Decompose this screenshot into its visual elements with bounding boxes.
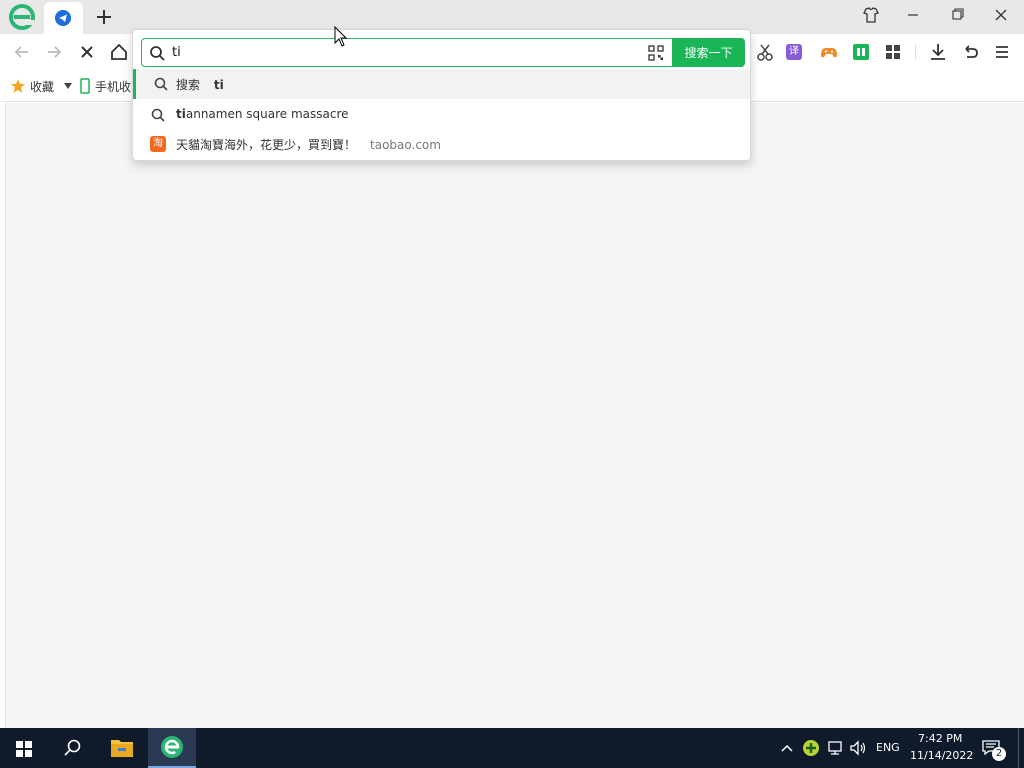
phone-icon — [80, 78, 90, 94]
shirt-icon[interactable] — [858, 4, 884, 26]
star-icon — [11, 79, 25, 93]
clock-date[interactable]: 11/14/2022 — [910, 749, 973, 762]
mobile-favorites-button[interactable]: 手机收 — [79, 77, 131, 95]
qr-code-icon[interactable] — [648, 45, 664, 61]
close-icon[interactable] — [988, 4, 1014, 26]
suggestion-item[interactable]: tiannamen square massacre — [133, 100, 750, 130]
suggestion-text: 搜索 ti — [176, 76, 224, 93]
suggestion-search-query[interactable]: 搜索 ti — [133, 69, 750, 99]
search-submit-button[interactable]: 搜索一下 — [672, 38, 745, 67]
suggestion-prefix: 搜索 — [176, 78, 201, 92]
suggestion-title: 天貓淘寶海外，花更少，買到寶！ — [176, 138, 357, 152]
download-icon[interactable] — [926, 40, 950, 64]
mobile-favorites-label: 手机收 — [95, 79, 132, 94]
favorites-label: 收藏 — [30, 79, 55, 94]
taobao-icon: 淘 — [150, 136, 166, 152]
minimize-icon[interactable] — [900, 4, 926, 26]
taskbar-browser-button[interactable] — [148, 728, 196, 768]
scissors-icon[interactable] — [753, 40, 777, 64]
suggestion-text: tiannamen square massacre — [176, 107, 349, 121]
clock-time[interactable]: 7:42 PM — [918, 732, 962, 745]
suggestion-term: ti — [213, 78, 224, 92]
show-desktop-button[interactable] — [1018, 728, 1019, 768]
network-icon[interactable] — [826, 739, 844, 757]
translate-icon[interactable]: 译 — [786, 44, 802, 60]
book-icon[interactable] — [849, 40, 873, 64]
search-icon[interactable] — [48, 728, 96, 768]
menu-icon[interactable] — [990, 40, 1014, 64]
back-icon[interactable] — [10, 40, 34, 64]
suggestion-site[interactable]: 淘 天貓淘寶海外，花更少，買到寶！ taobao.com — [133, 129, 750, 159]
shield-tray-icon[interactable] — [802, 739, 820, 757]
notification-button[interactable]: 2 — [982, 738, 1006, 761]
notification-count: 2 — [992, 747, 1006, 761]
page-content[interactable] — [0, 103, 1024, 728]
game-icon[interactable] — [817, 40, 841, 64]
undo-icon[interactable] — [958, 40, 982, 64]
file-explorer-icon[interactable] — [98, 728, 146, 768]
restore-icon[interactable] — [944, 4, 970, 26]
toolbar-divider — [915, 44, 916, 60]
suggestion-rest: annamen square massacre — [185, 107, 349, 121]
mouse-cursor-icon — [334, 26, 348, 47]
address-dropdown: 搜索一下 搜索 ti tiannamen square massacre 淘 天… — [132, 29, 751, 161]
taskbar: ENG 7:42 PM 11/14/2022 2 — [0, 728, 1024, 768]
suggestion-url: taobao.com — [370, 138, 441, 152]
new-tab-icon[interactable] — [93, 6, 115, 28]
search-icon — [151, 108, 165, 122]
tab-active[interactable] — [44, 2, 83, 34]
taobao-icon-label: 淘 — [153, 138, 163, 149]
search-box: 搜索一下 — [141, 38, 745, 67]
browser-logo-icon[interactable] — [8, 3, 36, 31]
suggestion-text: 天貓淘寶海外，花更少，買到寶！ taobao.com — [176, 136, 441, 153]
forward-icon[interactable] — [42, 40, 66, 64]
search-icon — [154, 77, 168, 91]
favorites-button[interactable]: 收藏 — [10, 77, 54, 95]
sidebar-edge[interactable] — [0, 103, 6, 728]
suggestion-match: ti — [176, 107, 186, 121]
browser-logo-icon — [161, 736, 183, 758]
language-indicator[interactable]: ENG — [876, 741, 900, 754]
translate-icon-label: 译 — [789, 46, 799, 57]
volume-icon[interactable] — [849, 739, 867, 757]
home-icon[interactable] — [107, 40, 131, 64]
chevron-down-icon[interactable] — [64, 83, 72, 89]
search-icon — [150, 46, 165, 61]
telegram-icon — [55, 10, 71, 26]
apps-icon[interactable] — [881, 40, 905, 64]
stop-icon[interactable] — [75, 40, 99, 64]
chevron-up-icon[interactable] — [779, 740, 795, 756]
start-icon[interactable] — [0, 728, 48, 768]
search-input[interactable] — [172, 41, 642, 64]
